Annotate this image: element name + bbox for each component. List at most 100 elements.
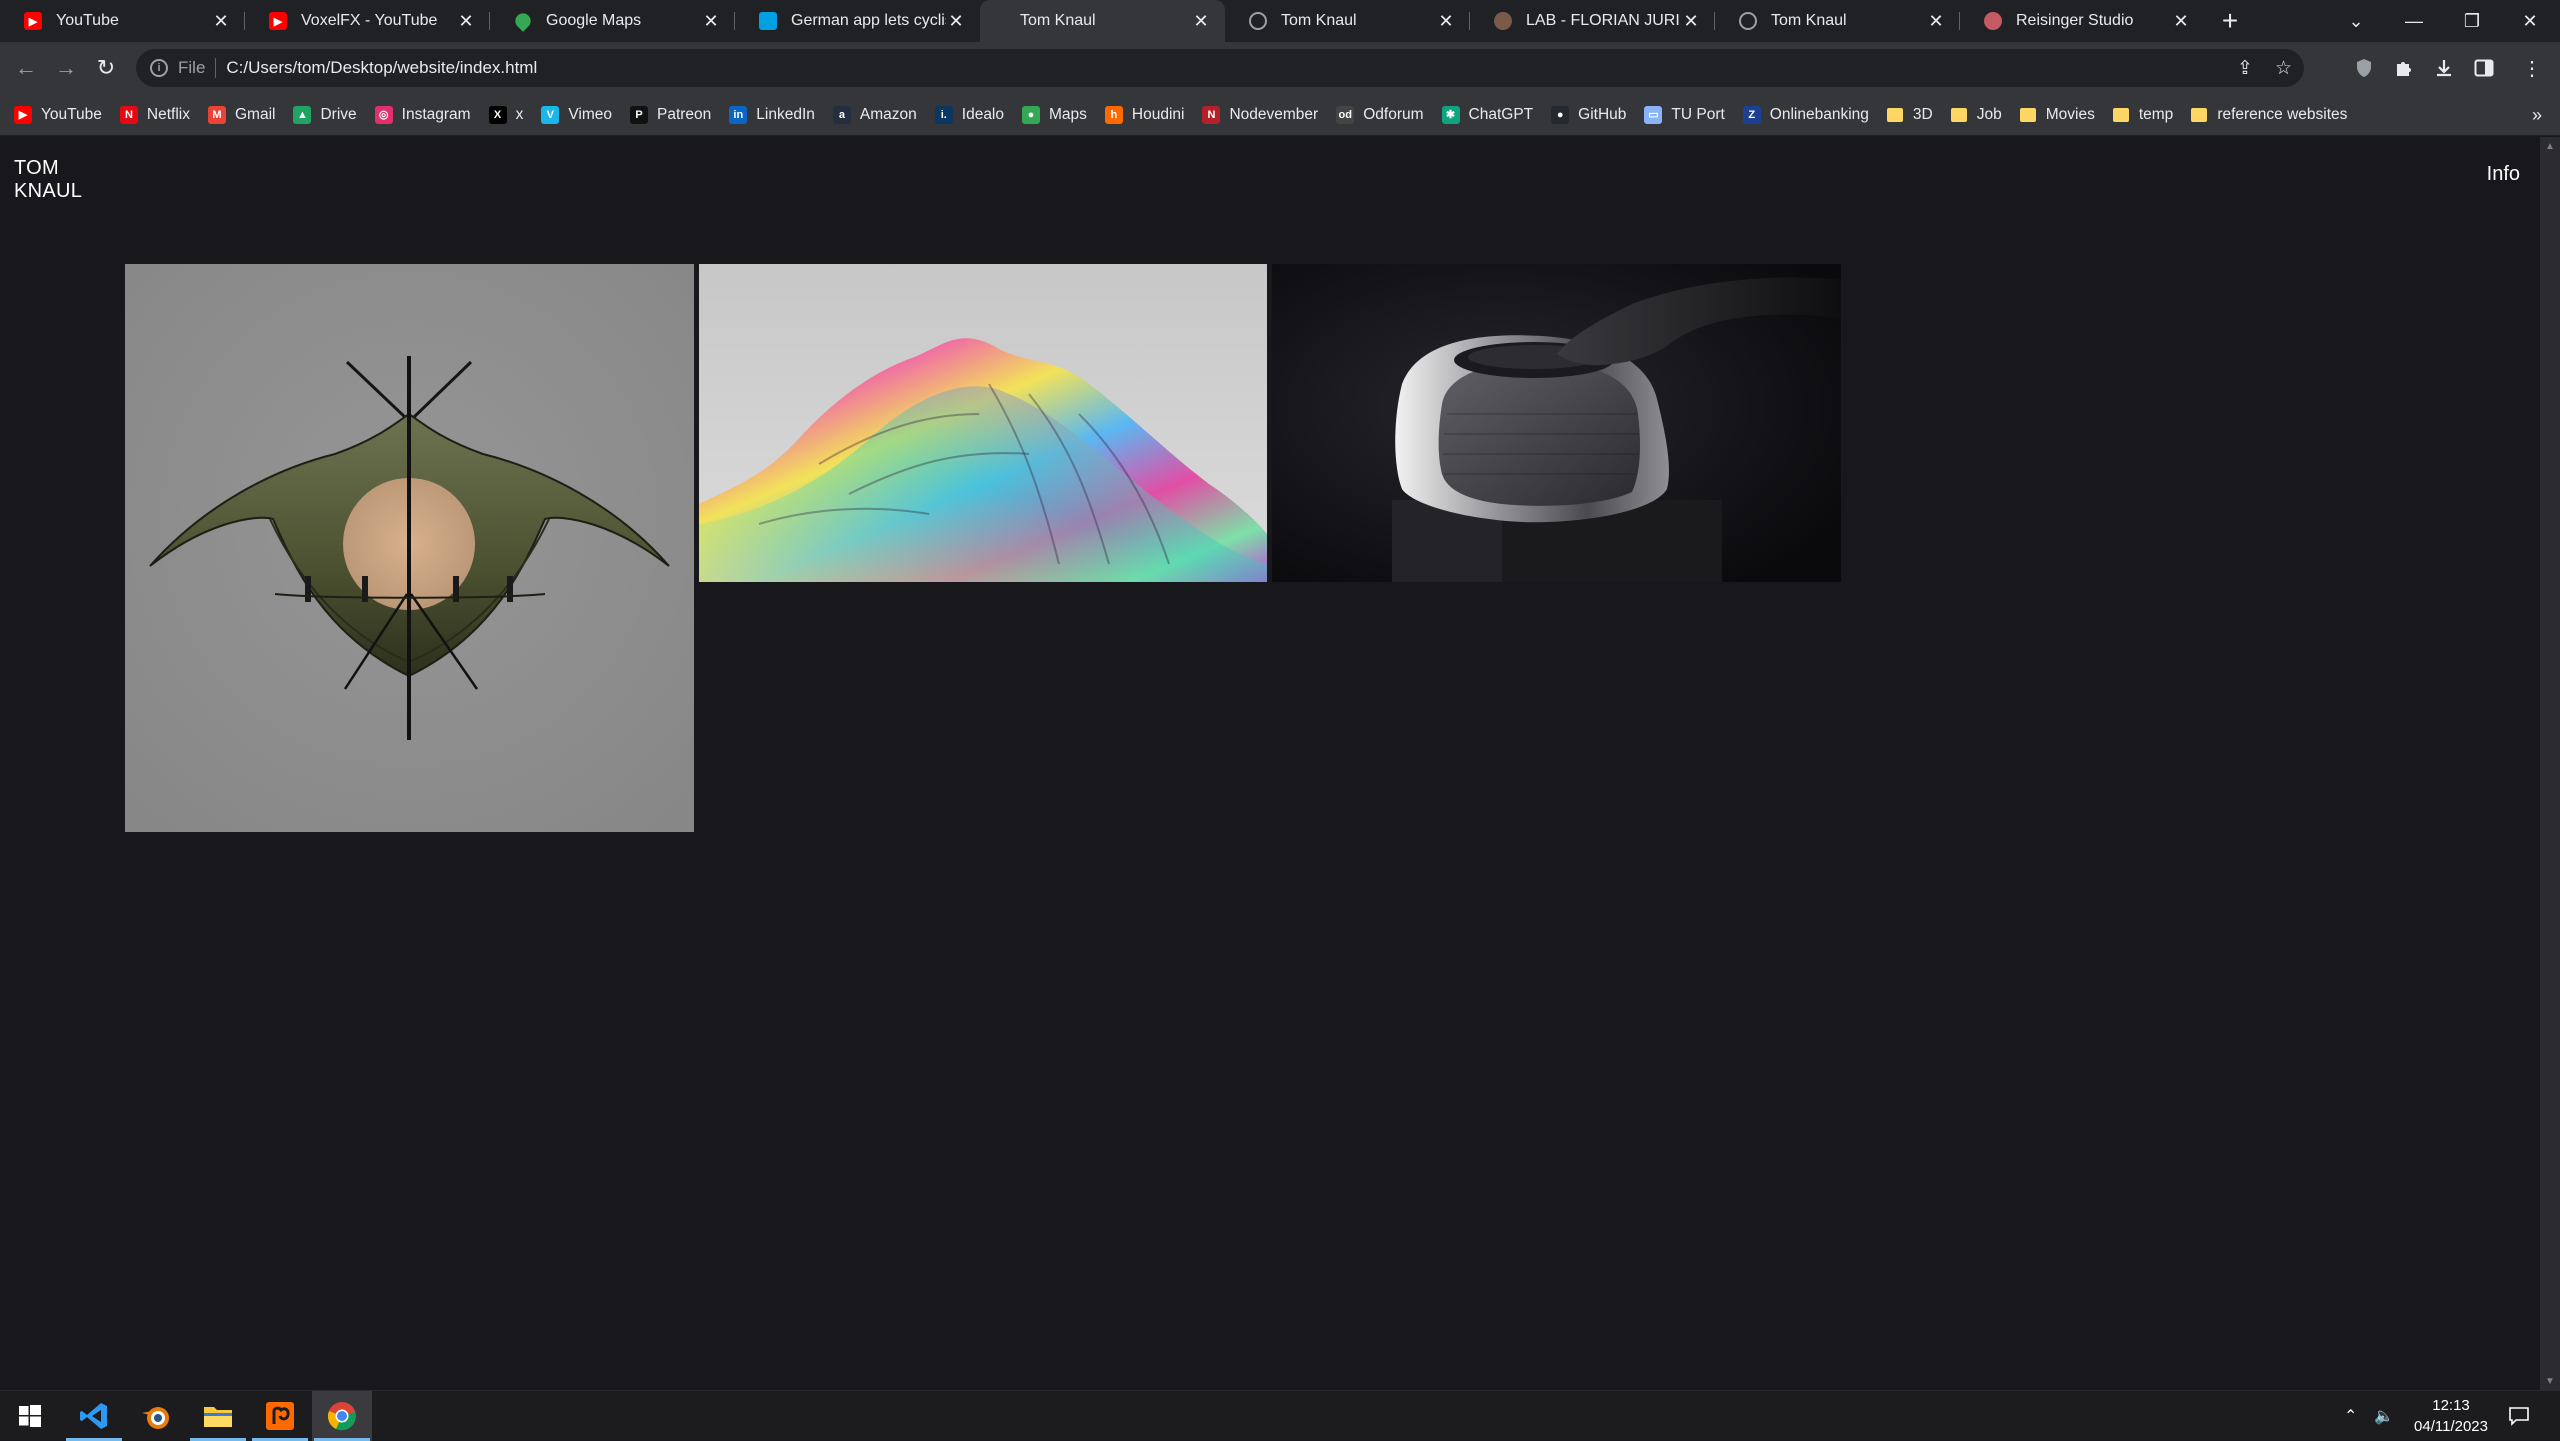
bookmark-temp[interactable]: temp [2112,106,2173,124]
gallery-tile-terrain[interactable] [699,264,1267,582]
bookmark-github[interactable]: ● GitHub [1551,105,1626,124]
gallery-tile-hammock[interactable] [125,264,694,832]
bookmark-houdini[interactable]: h Houdini [1104,105,1184,124]
tab-close-icon[interactable]: ✕ [456,11,476,31]
windows-start-icon[interactable] [0,1391,60,1441]
restore-icon[interactable]: ❐ [2444,0,2500,42]
tab-3[interactable]: Google Maps ✕ [490,0,735,42]
site-logo[interactable]: TOM KNAUL [14,157,82,203]
speaker-render-image [1272,264,1841,582]
bookmark-instagram[interactable]: ◎ Instagram [374,105,471,124]
bookmark-chatgpt[interactable]: ✱ ChatGPT [1441,105,1533,124]
minimize-icon[interactable]: — [2386,0,2442,42]
back-icon[interactable]: ← [6,48,46,88]
bookmark-drive[interactable]: ▲ Drive [293,105,357,124]
x-icon: X [488,105,507,124]
folder-icon [2019,107,2036,122]
bookmark-onlinebanking[interactable]: Z Onlinebanking [1742,105,1869,124]
site-icon [1494,12,1512,30]
file-explorer-icon[interactable] [188,1391,248,1441]
bookmarks-list: ▶ YouTube N Netflix M Gmail ▲ Drive ◎ Instagram Xx… [14,105,2365,124]
tab-7[interactable]: LAB - FLORIAN JURI ✕ [1470,0,1715,42]
folder-icon [2112,107,2129,122]
bookmark-3d[interactable]: 3D [1886,106,1933,124]
tab-5[interactable]: Tom Knaul ✕ [980,0,1225,42]
tab-1[interactable]: ▶ YouTube ✕ [0,0,245,42]
bookmark-tu-port[interactable]: ▭ TU Port [1644,105,1725,124]
bookmark-netflix[interactable]: N Netflix [119,105,190,124]
bookmark-odforum[interactable]: od Odforum [1336,105,1424,124]
address-bar[interactable]: i File C:/Users/tom/Desktop/website/inde… [136,49,2304,87]
bank-icon: Z [1742,105,1761,124]
notification-center-icon[interactable] [2508,1391,2530,1441]
scroll-up-icon[interactable]: ▲ [2540,137,2560,155]
side-panel-icon[interactable] [2464,48,2504,88]
tab-title: German app lets cyclists [791,12,946,29]
extension-shield-icon[interactable] [2344,48,2384,88]
tab-close-icon[interactable]: ✕ [1681,11,1701,31]
bookmark-x[interactable]: Xx [488,105,524,124]
share-icon[interactable]: ⇪ [2237,57,2253,80]
tab-close-icon[interactable]: ✕ [946,11,966,31]
tab-6[interactable]: Tom Knaul ✕ [1225,0,1470,42]
volume-icon[interactable]: 🔈 [2374,1391,2394,1441]
netflix-icon: N [119,105,138,124]
bookmarks-overflow-icon[interactable]: » [2532,94,2542,136]
bookmark-label: reference websites [2217,105,2348,123]
bookmark-linkedin[interactable]: in LinkedIn [729,105,815,124]
bookmark-label: Patreon [656,105,712,123]
tab-close-icon[interactable]: ✕ [211,11,231,31]
bookmark-movies[interactable]: Movies [2019,106,2095,124]
youtube-icon: ▶ [24,12,42,30]
tab-close-icon[interactable]: ✕ [701,11,721,31]
bookmark-gmail[interactable]: M Gmail [208,105,275,124]
bookmark-youtube[interactable]: ▶ YouTube [14,105,102,124]
bookmark-job[interactable]: Job [1950,106,2002,124]
tab-8[interactable]: Tom Knaul ✕ [1715,0,1960,42]
bookmark-reference-websites[interactable]: reference websites [2191,106,2347,124]
page-scrollbar[interactable]: ▲ ▼ [2540,137,2560,1390]
youtube-icon: ▶ [14,105,32,124]
vscode-icon[interactable] [64,1391,124,1441]
bookmark-vimeo[interactable]: V Vimeo [541,105,612,124]
tab-strip: ▶ YouTube ✕ ▶ VoxelFX - YouTube ✕ Google Maps ✕… [0,0,2560,42]
tab-close-icon[interactable]: ✕ [1926,11,1946,31]
chrome-icon[interactable] [312,1391,372,1441]
reload-icon[interactable]: ↻ [86,48,126,88]
tab-4[interactable]: German app lets cyclists✕ [735,0,980,42]
nodevember-icon: N [1202,105,1221,124]
extensions-puzzle-icon[interactable] [2384,48,2424,88]
download-icon[interactable] [2424,48,2464,88]
tab-close-icon[interactable]: ✕ [1191,11,1211,31]
bookmark-maps[interactable]: ● Maps [1022,105,1087,124]
menu-kebab-icon[interactable]: ⋮ [2504,48,2560,88]
chatgpt-icon: ✱ [1441,105,1460,124]
forward-icon[interactable]: → [46,48,86,88]
info-link[interactable]: Info [2487,163,2520,186]
instagram-icon: ◎ [374,105,393,124]
address-url[interactable]: C:/Users/tom/Desktop/website/index.html [226,58,537,78]
bookmark-label: Odforum [1363,105,1424,123]
tab-9[interactable]: Reisinger Studio ✕ [1960,0,2205,42]
new-tab-button[interactable]: + [2209,0,2251,42]
system-clock[interactable]: 12:13 04/11/2023 [2414,1395,2488,1437]
bookmark-idealo[interactable]: i. Idealo [934,105,1004,124]
bookmark-star-icon[interactable]: ☆ [2275,57,2292,80]
site-info-icon[interactable]: i [150,59,168,77]
tab-2[interactable]: ▶ VoxelFX - YouTube ✕ [245,0,490,42]
scroll-down-icon[interactable]: ▼ [2540,1372,2560,1390]
bookmark-label: x [515,105,524,123]
tab-search-icon[interactable]: ⌄ [2328,0,2384,42]
gallery-tile-speaker[interactable] [1272,264,1841,582]
tray-overflow-icon[interactable]: ⌃ [2344,1391,2357,1441]
bookmark-amazon[interactable]: a Amazon [832,105,917,124]
houdini-icon[interactable] [250,1391,310,1441]
close-window-icon[interactable]: ✕ [2502,0,2558,42]
bookmark-nodevember[interactable]: N Nodevember [1202,105,1318,124]
bookmark-label: Onlinebanking [1769,105,1869,123]
blender-icon[interactable] [126,1391,186,1441]
news-icon [759,12,777,30]
bookmark-patreon[interactable]: P Patreon [629,105,712,124]
tab-close-icon[interactable]: ✕ [2171,11,2191,31]
tab-close-icon[interactable]: ✕ [1436,11,1456,31]
